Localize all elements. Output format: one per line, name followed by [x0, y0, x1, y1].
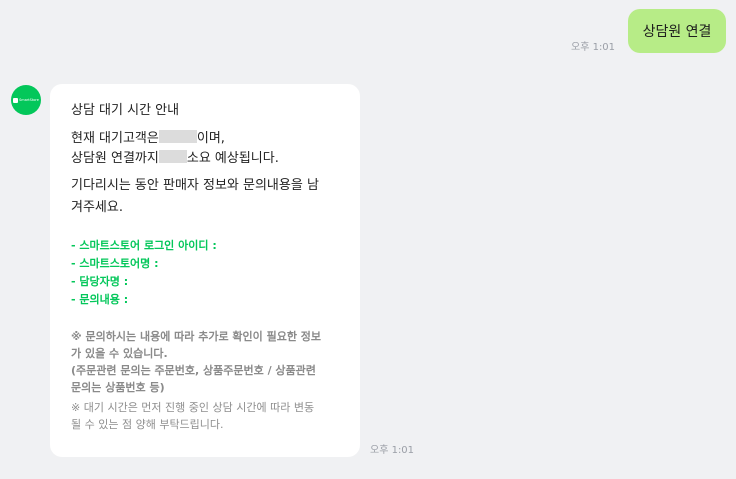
- avatar-label: SmartStore: [19, 98, 39, 102]
- wait-line-1-suffix: 이며,: [196, 131, 225, 146]
- note-2-line-1: ※ 대기 시간은 먼저 진행 중인 상담 시간에 따라 변동: [71, 401, 315, 414]
- request-line-1: 기다리시는 동안 판매자 정보와 문의내용을 남: [71, 178, 319, 193]
- masked-value: [158, 130, 197, 143]
- bot-avatar[interactable]: SmartStore: [11, 85, 41, 115]
- note-1-line-2: 가 있을 수 있습니다.: [71, 347, 168, 360]
- wait-time-line: 상담원 연결까지 소요 예상됩니다.: [71, 149, 342, 169]
- wait-line-2-prefix: 상담원 연결까지: [71, 151, 159, 166]
- note-2-line-2: 될 수 있는 점 양해 부탁드립니다.: [71, 418, 224, 431]
- request-line-2: 겨주세요.: [71, 200, 123, 215]
- note-1-line-1: ※ 문의하시는 내용에 따라 추가로 확인이 필요한 정보: [71, 330, 322, 343]
- user-message-bubble: 상담원 연결: [628, 9, 726, 53]
- field-login-id: - 스마트스토어 로그인 아이디 :: [71, 239, 217, 252]
- bot-message-bubble: 상담 대기 시간 안내 현재 대기고객은 이며, 상담원 연결까지 소요 예상됩니다…: [50, 84, 360, 457]
- smartstore-logo-icon: SmartStore: [13, 97, 39, 103]
- message-title: 상담 대기 시간 안내: [71, 103, 180, 118]
- wait-customers-line: 현재 대기고객은 이며,: [71, 129, 342, 149]
- user-message-text: 상담원 연결: [642, 24, 712, 40]
- note-1-line-3: (주문관련 문의는 주문번호, 상품주문번호 / 상품관련: [71, 364, 316, 377]
- wait-line-1-prefix: 현재 대기고객은: [71, 131, 159, 146]
- field-store-name: - 스마트스토어명 :: [71, 257, 159, 270]
- note-1-line-4: 문의는 상품번호 등): [71, 381, 165, 394]
- field-inquiry-content: - 문의내용 :: [71, 293, 129, 306]
- user-message-time: 오후 1:01: [571, 42, 616, 53]
- field-manager-name: - 담당자명 :: [71, 275, 129, 288]
- bot-message-time: 오후 1:01: [370, 445, 415, 456]
- masked-value: [158, 150, 187, 163]
- wait-line-2-suffix: 소요 예상됩니다.: [186, 151, 279, 166]
